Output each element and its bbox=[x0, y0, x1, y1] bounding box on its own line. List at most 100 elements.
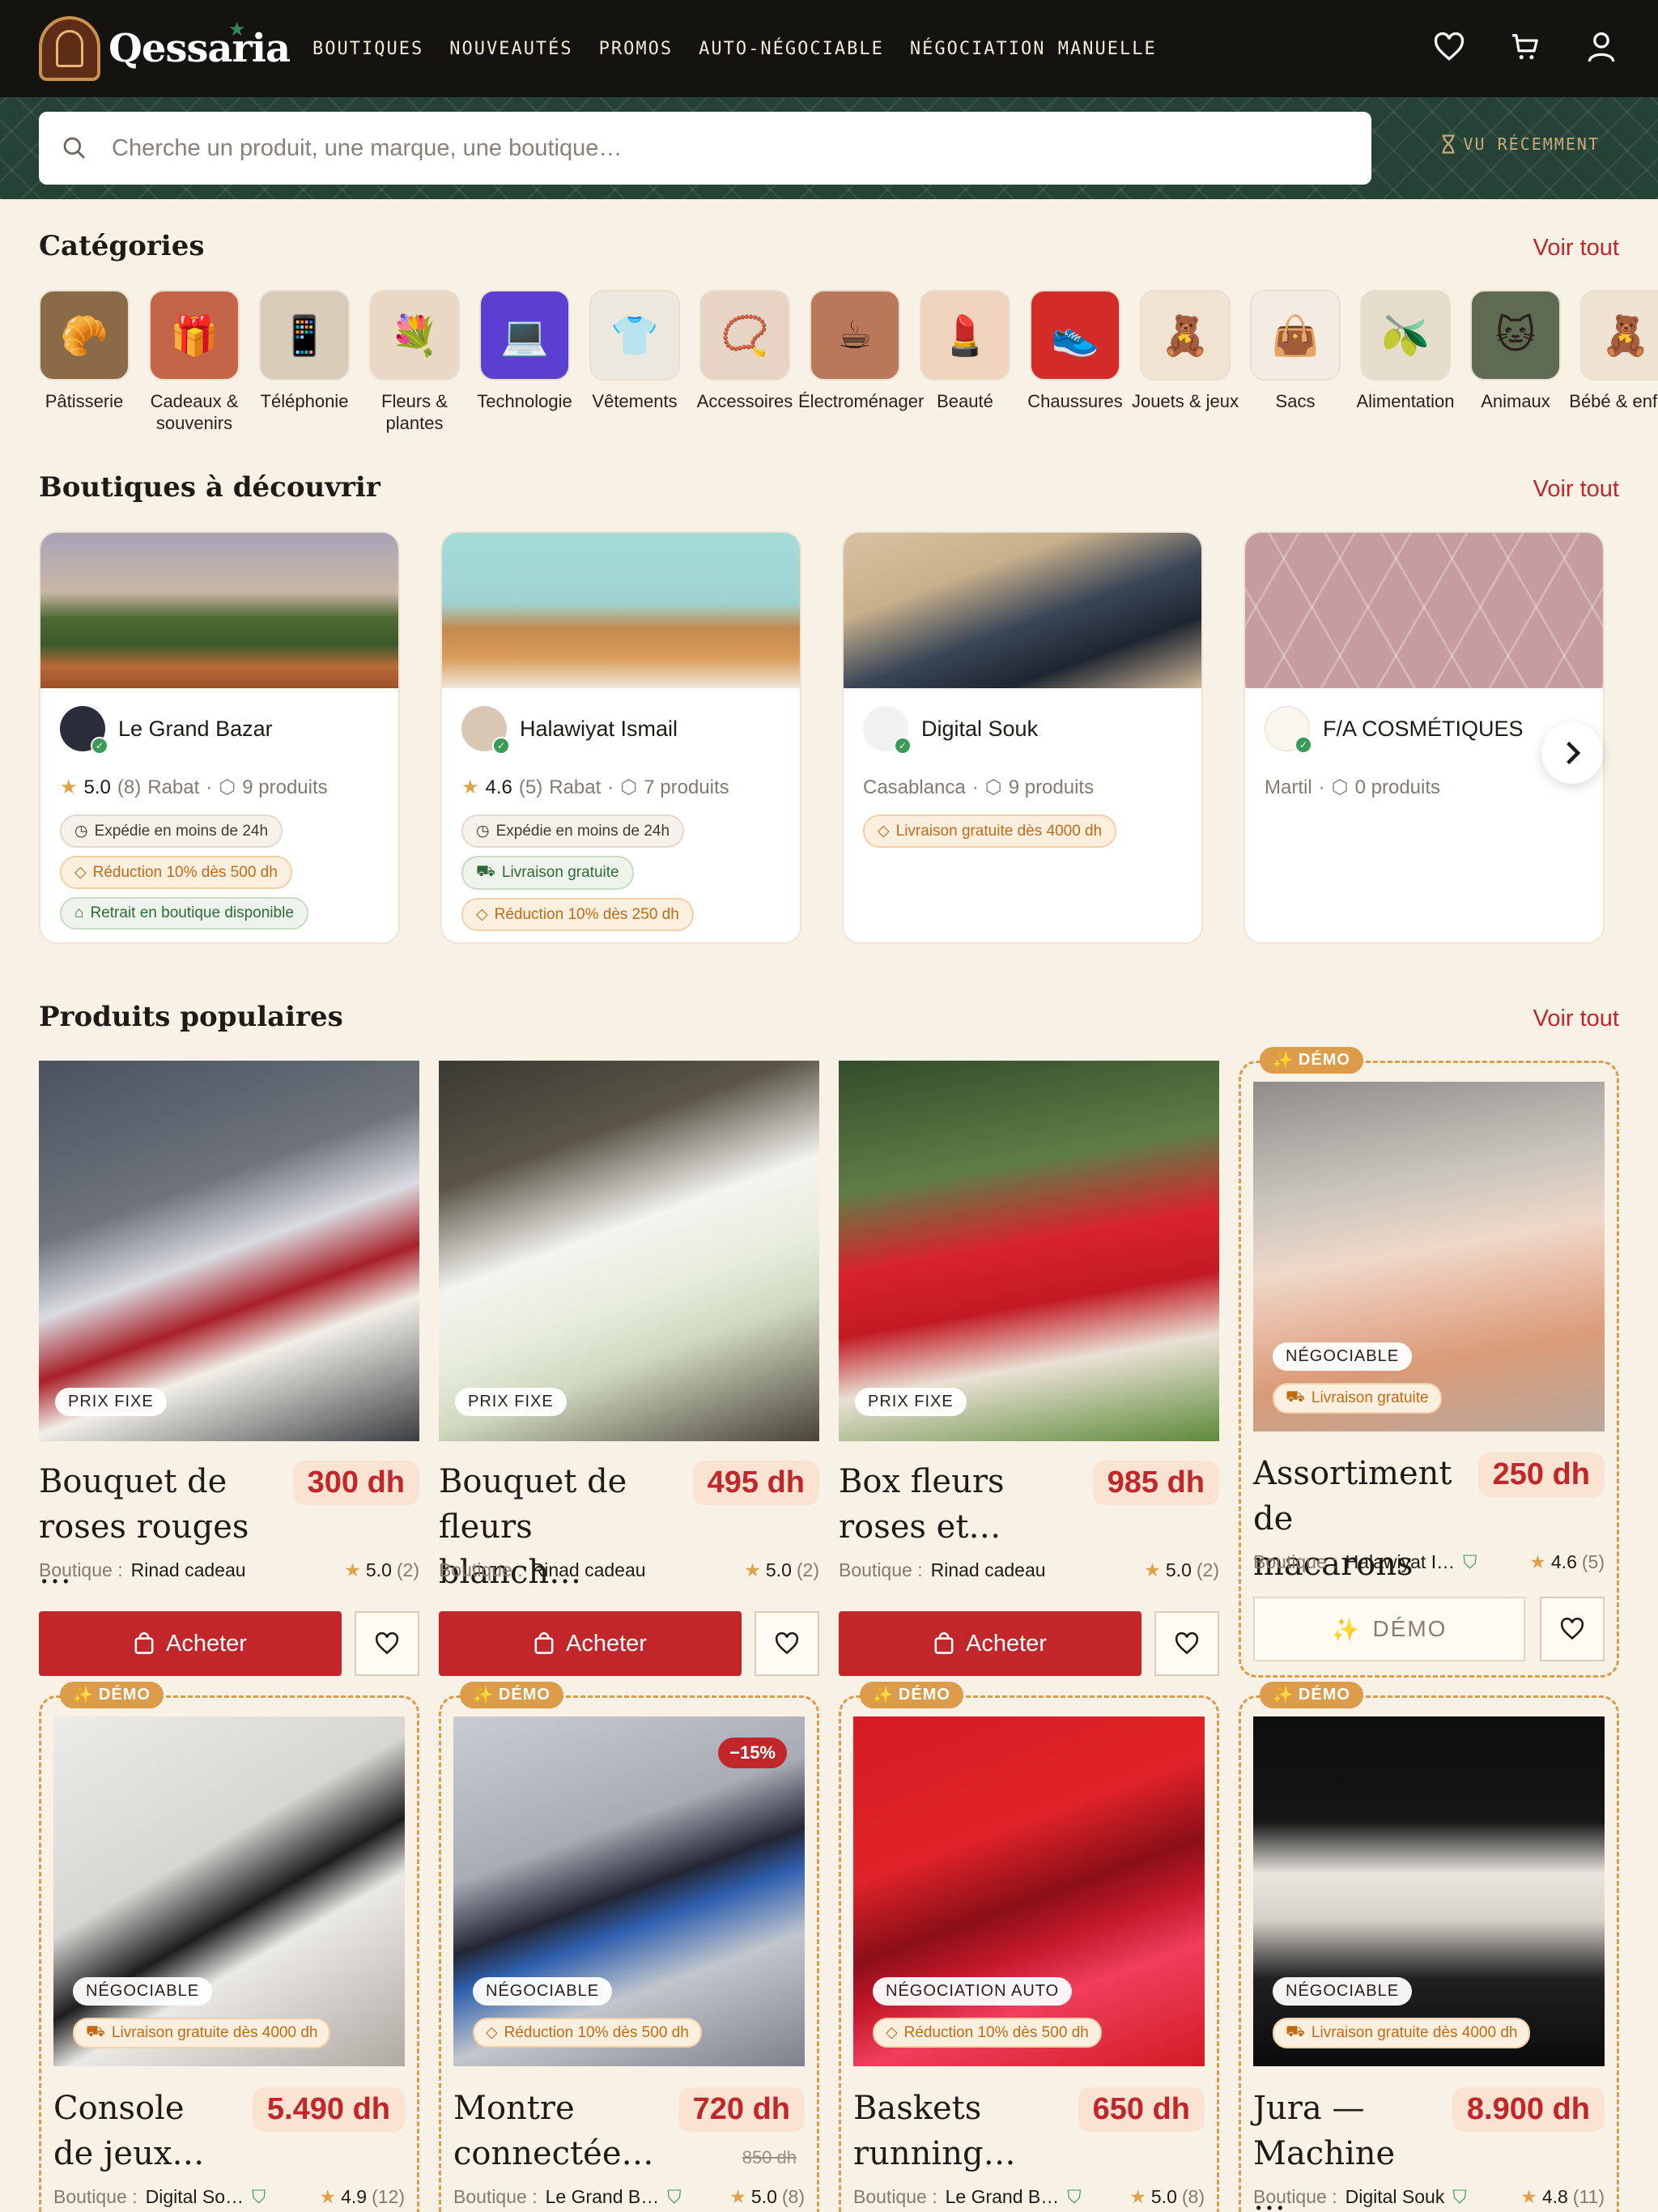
product-card[interactable]: NÉGOCIABLE ⛟ Livraison gratuite dès 4000 … bbox=[53, 1716, 405, 2212]
category-thumbnail: 💄 bbox=[920, 290, 1010, 381]
shop-card[interactable]: ✓ Digital Souk Casablanca · ⬡ 9 produits… bbox=[842, 531, 1203, 944]
box-icon: ⬡ bbox=[984, 776, 1002, 798]
buy-button[interactable]: Acheter bbox=[39, 1611, 342, 1676]
category-bebe[interactable]: 🧸 Bébé & enfant bbox=[1569, 290, 1658, 434]
category-accessoires[interactable]: 📿 Accessoires bbox=[697, 290, 793, 434]
shop-tag: ⛟ Livraison gratuite bbox=[461, 856, 634, 890]
shop-avatar: ✓ bbox=[863, 706, 912, 755]
product-card[interactable]: PRIX FIXE Bouquet de roses rouges … 300 … bbox=[39, 1061, 419, 1678]
product-price: 720 dh bbox=[678, 2087, 805, 2132]
logo-emblem bbox=[39, 16, 100, 81]
pricing-pill: PRIX FIXE bbox=[455, 1388, 567, 1416]
favorite-button[interactable] bbox=[755, 1611, 819, 1676]
category-electromenager[interactable]: ☕ Électroménager bbox=[798, 290, 924, 434]
user-icon[interactable] bbox=[1584, 29, 1619, 65]
recently-viewed-button[interactable]: VU RÉCEMMENT bbox=[1441, 134, 1601, 154]
category-chaussures[interactable]: 👟 Chaussures bbox=[1027, 290, 1123, 434]
category-jouets[interactable]: 🧸 Jouets & jeux bbox=[1132, 290, 1239, 434]
buy-button[interactable]: Acheter bbox=[439, 1611, 742, 1676]
product-shop: Digital Souk bbox=[1345, 2186, 1445, 2207]
product-title: Box fleurs roses et… bbox=[839, 1463, 1005, 1546]
star-icon: ★ bbox=[1520, 2186, 1537, 2207]
category-thumbnail: 🎁 bbox=[149, 290, 240, 381]
category-thumbnail: 💐 bbox=[369, 290, 460, 381]
heart-icon[interactable] bbox=[1431, 29, 1467, 65]
brand-logo[interactable]: Qessaria ★ bbox=[39, 16, 291, 81]
product-rating: 4.9 bbox=[341, 2186, 368, 2207]
shop-prefix: Boutique : bbox=[439, 1559, 523, 1580]
product-perk: ⛟ Livraison gratuite dès 4000 dh bbox=[73, 2018, 331, 2048]
demo-badge: ✨ DÉMO bbox=[460, 1682, 563, 1708]
category-cadeaux[interactable]: 🎁 Cadeaux & souvenirs bbox=[149, 290, 240, 434]
product-image bbox=[1253, 1082, 1605, 1431]
shield-check-icon: ⛉ bbox=[1067, 2186, 1082, 2207]
product-card[interactable]: PRIX FIXE Bouquet de fleurs blanch… 495 … bbox=[439, 1061, 819, 1678]
tag-icon: ◇ bbox=[886, 2024, 898, 2041]
shop-card[interactable]: ✓ Halawiyat Ismail ★ 4.6 (5) Rabat · ⬡ 7… bbox=[440, 531, 801, 944]
product-rating: 5.0 bbox=[750, 2186, 777, 2207]
shop-prefix: Boutique : bbox=[839, 1559, 923, 1580]
category-sacs[interactable]: 👜 Sacs bbox=[1250, 290, 1341, 434]
product-card[interactable]: NÉGOCIATION AUTO ◇ Réduction 10% dès 500 … bbox=[853, 1716, 1205, 2212]
category-technologie[interactable]: 💻 Technologie bbox=[477, 290, 572, 434]
category-label: Sacs bbox=[1275, 391, 1316, 411]
star-icon: ★ bbox=[729, 2186, 746, 2207]
product-price: 300 dh bbox=[292, 1461, 419, 1505]
shop-card[interactable]: ✓ Le Grand Bazar ★ 5.0 (8) Rabat · ⬡ 9 p… bbox=[39, 531, 400, 944]
nav-auto-negociable[interactable]: AUTO-NÉGOCIABLE bbox=[699, 39, 884, 59]
verified-icon: ✓ bbox=[91, 737, 108, 755]
bag-icon bbox=[934, 1632, 954, 1654]
product-card[interactable]: NÉGOCIABLE ⛟ Livraison gratuite dès 4000 … bbox=[1253, 1716, 1605, 2212]
hourglass-icon bbox=[1442, 134, 1454, 154]
shop-tag: ◇ Réduction 10% dès 500 dh bbox=[60, 856, 292, 889]
nav-promos[interactable]: PROMOS bbox=[599, 39, 673, 59]
category-telephonie[interactable]: 📱 Téléphonie bbox=[259, 290, 350, 434]
product-rating: 4.8 bbox=[1541, 2186, 1568, 2207]
product-card[interactable]: NÉGOCIABLE ⛟ Livraison gratuite Assortime… bbox=[1253, 1082, 1605, 1665]
shop-city: Martil bbox=[1265, 776, 1312, 798]
product-card[interactable]: PRIX FIXE Box fleurs roses et… 985 dh Bo… bbox=[839, 1061, 1219, 1678]
product-card[interactable]: −15% NÉGOCIABLE ◇ Réduction 10% dès 500 d… bbox=[453, 1716, 805, 2212]
categories-see-all-link[interactable]: Voir tout bbox=[1533, 235, 1619, 262]
carousel-next-button[interactable] bbox=[1541, 722, 1603, 784]
product-title: Console de jeux… bbox=[53, 2090, 205, 2172]
category-patisserie[interactable]: 🥐 Pâtisserie bbox=[39, 290, 130, 434]
favorite-button[interactable] bbox=[1154, 1611, 1219, 1676]
shop-tag: ◇ Livraison gratuite dès 4000 dh bbox=[863, 815, 1117, 848]
buy-button[interactable]: Acheter bbox=[839, 1611, 1141, 1676]
pricing-pill: PRIX FIXE bbox=[55, 1388, 167, 1416]
star-icon: ★ bbox=[60, 776, 78, 798]
nav-nouveautes[interactable]: NOUVEAUTÉS bbox=[449, 39, 572, 59]
favorite-button[interactable] bbox=[355, 1611, 419, 1676]
star-icon: ★ bbox=[744, 1559, 761, 1580]
sparkle-icon: ✨ bbox=[73, 1687, 94, 1704]
heart-icon bbox=[1175, 1632, 1199, 1655]
bag-icon bbox=[134, 1632, 154, 1654]
search-box[interactable] bbox=[39, 112, 1371, 185]
cart-icon[interactable] bbox=[1507, 29, 1543, 65]
shop-tag: ◷ Expédie en moins de 24h bbox=[461, 815, 685, 848]
demo-button[interactable]: ✨ DÉMO bbox=[1253, 1597, 1525, 1661]
category-label: Accessoires bbox=[696, 391, 793, 411]
shops-see-all-link[interactable]: Voir tout bbox=[1533, 476, 1619, 503]
truck-icon: ⛟ bbox=[1286, 1389, 1305, 1406]
category-vetements[interactable]: 👕 Vêtements bbox=[589, 290, 680, 434]
product-price: 650 dh bbox=[1078, 2087, 1205, 2132]
products-see-all-link[interactable]: Voir tout bbox=[1533, 1006, 1619, 1032]
category-alimentation[interactable]: 🫒 Alimentation bbox=[1356, 290, 1455, 434]
category-fleurs[interactable]: 💐 Fleurs & plantes bbox=[369, 290, 460, 434]
favorite-button[interactable] bbox=[1540, 1597, 1605, 1661]
product-reviews: (11) bbox=[1572, 2186, 1605, 2207]
shop-name: Le Grand Bazar bbox=[118, 716, 273, 741]
nav-negociation-manuelle[interactable]: NÉGOCIATION MANUELLE bbox=[910, 39, 1157, 59]
category-list: 🥐 Pâtisserie 🎁 Cadeaux & souvenirs 📱 Tél… bbox=[39, 290, 1658, 434]
category-animaux[interactable]: 🐱 Animaux bbox=[1470, 290, 1561, 434]
shield-check-icon: ⛉ bbox=[1452, 2186, 1467, 2207]
search-input[interactable] bbox=[112, 134, 1326, 162]
category-beaute[interactable]: 💄 Beauté bbox=[920, 290, 1010, 434]
nav-boutiques[interactable]: BOUTIQUES bbox=[312, 39, 423, 59]
product-image bbox=[53, 1716, 405, 2066]
product-image bbox=[839, 1061, 1219, 1441]
sparkle-icon: ✨ bbox=[1331, 1616, 1362, 1642]
product-perk: ◇ Réduction 10% dès 500 dh bbox=[473, 2018, 702, 2048]
